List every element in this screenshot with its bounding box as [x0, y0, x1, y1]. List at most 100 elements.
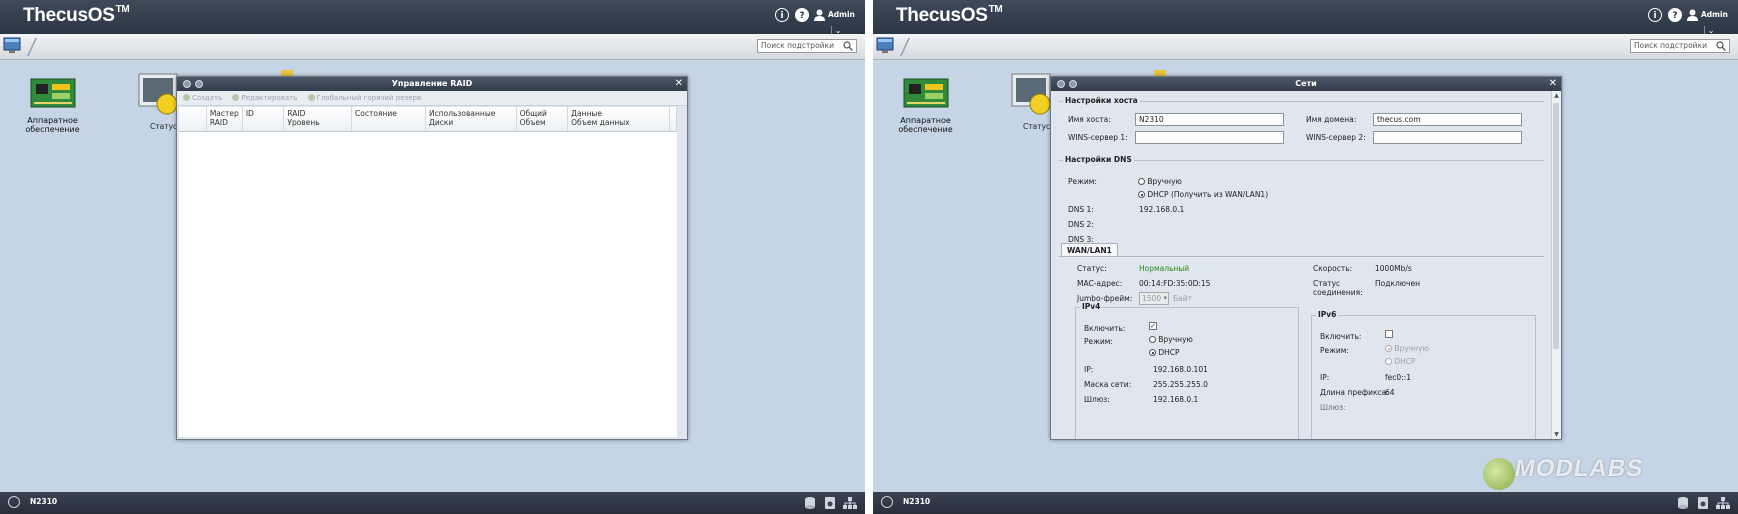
disk-icon[interactable]: [823, 496, 837, 510]
column-header[interactable]: Мастер RAID: [206, 107, 243, 132]
ipv6-gateway-label: Шлюз:: [1320, 403, 1346, 412]
ipv6-mode-label: Режим:: [1320, 346, 1349, 355]
ipv4-manual-option[interactable]: Вручную: [1149, 335, 1193, 344]
status-monitor-icon[interactable]: [1010, 72, 1054, 118]
window-maximize-button[interactable]: [1069, 80, 1077, 88]
circuit-board-icon: [903, 78, 948, 108]
radio-disabled-icon[interactable]: [1385, 345, 1392, 352]
power-icon[interactable]: [8, 496, 20, 508]
column-header[interactable]: Данные Объем данных: [567, 107, 670, 132]
radio-icon[interactable]: [1138, 178, 1145, 185]
window-maximize-button[interactable]: [195, 80, 203, 88]
wins1-label: WINS-сервер 1:: [1068, 133, 1128, 142]
dns2-label: DNS 2:: [1068, 220, 1094, 229]
raid-toolbar: Создать Редактировать Глобальный горячий…: [177, 91, 687, 106]
desktop-app-label[interactable]: Статус: [150, 122, 177, 131]
desktop-toolbar: Поиск подстройки: [873, 34, 1738, 60]
ipv6-enable-checkbox[interactable]: [1385, 330, 1393, 338]
dns-manual-option[interactable]: Вручную: [1138, 177, 1182, 186]
radio-selected-icon[interactable]: [1149, 349, 1156, 356]
wins2-label: WINS-сервер 2:: [1306, 133, 1366, 142]
desktop-icon[interactable]: [3, 37, 21, 54]
window-minimize-button[interactable]: [1057, 80, 1065, 88]
hostname-input[interactable]: N2310: [1135, 113, 1284, 126]
screen-raid: ThecusOSTM i ? Admin⌄ Поиск подстройки А…: [0, 0, 865, 514]
radio-disabled-icon[interactable]: [1385, 358, 1392, 365]
ipv4-enable-label: Включить:: [1084, 324, 1126, 333]
desktop-app-label[interactable]: Статус: [1023, 122, 1050, 131]
scroll-up-icon[interactable]: ▲: [1552, 92, 1561, 99]
network-window: Сети ✕ Настройки хоста Имя хоста: N2310 …: [1050, 76, 1562, 440]
dns1-label: DNS 1:: [1068, 205, 1094, 214]
network-icon[interactable]: [843, 496, 857, 510]
window-titlebar[interactable]: Сети ✕: [1051, 77, 1561, 91]
help-icon[interactable]: ?: [795, 8, 809, 22]
desktop-app-hardware[interactable]: Аппаратное обеспечение: [5, 75, 100, 134]
scroll-down-icon[interactable]: ▼: [1552, 431, 1561, 438]
screen-network: ThecusOSTM i ? Admin⌄ Поиск подстройки А…: [873, 0, 1738, 514]
connection-status-value: Подключен: [1375, 279, 1420, 288]
tab-wan-lan1[interactable]: WAN/LAN1: [1061, 243, 1118, 257]
watermark: MODLABS: [1512, 455, 1646, 482]
admin-menu-button[interactable]: Admin⌄: [812, 7, 865, 36]
network-icon[interactable]: [1716, 496, 1730, 510]
disk-icon[interactable]: [1696, 496, 1710, 510]
ipv6-manual-option[interactable]: Вручную: [1385, 344, 1429, 353]
window-close-button[interactable]: ✕: [1549, 77, 1557, 91]
ipv4-ip-value: 192.168.0.101: [1153, 365, 1208, 374]
power-icon[interactable]: [881, 496, 893, 508]
ipv4-dhcp-option[interactable]: DHCP: [1149, 348, 1180, 357]
column-header[interactable]: RAID Уровень: [283, 107, 353, 132]
dns-mode-label: Режим:: [1068, 177, 1097, 186]
ipv4-ip-label: IP:: [1084, 365, 1094, 374]
window-close-button[interactable]: ✕: [675, 77, 683, 91]
add-icon: [183, 94, 190, 101]
user-icon: [1687, 9, 1698, 21]
dns-dhcp-option[interactable]: DHCP (Получить из WAN/LAN1): [1138, 190, 1268, 199]
ipv6-legend: IPv6: [1316, 310, 1339, 319]
host-settings-legend: Настройки хоста: [1063, 96, 1140, 105]
lan-status-label: Статус:: [1077, 264, 1107, 273]
admin-menu-button[interactable]: Admin⌄: [1685, 7, 1738, 36]
ipv6-ip-value: fec0::1: [1385, 373, 1411, 382]
help-icon[interactable]: ?: [1668, 8, 1682, 22]
desktop-icon[interactable]: [876, 37, 894, 54]
column-header[interactable]: Состояние: [351, 107, 426, 132]
database-icon[interactable]: [803, 496, 817, 510]
top-bar: ThecusOSTM i ? Admin⌄: [0, 0, 865, 36]
column-header[interactable]: Общий Объем: [516, 107, 569, 132]
window-titlebar[interactable]: Управление RAID ✕: [177, 77, 687, 91]
radio-selected-icon[interactable]: [1138, 191, 1145, 198]
ipv4-mask-label: Маска сети:: [1084, 380, 1132, 389]
wins1-input[interactable]: [1135, 131, 1284, 144]
info-icon[interactable]: i: [1648, 8, 1662, 22]
status-monitor-icon[interactable]: [137, 72, 181, 118]
create-button[interactable]: Создать: [183, 94, 222, 102]
column-header[interactable]: ID: [242, 107, 285, 132]
ipv6-dhcp-option[interactable]: DHCP: [1385, 357, 1416, 366]
search-input[interactable]: Поиск подстройки: [1630, 39, 1730, 53]
domain-input[interactable]: thecus.com: [1373, 113, 1522, 126]
ipv6-prefix-value: 64: [1385, 388, 1395, 397]
scrollbar-thumb[interactable]: [1553, 103, 1559, 349]
desktop-app-hardware[interactable]: Аппаратное обеспечение: [878, 75, 973, 134]
window-scrollbar[interactable]: ▲ ▼: [1551, 91, 1561, 439]
edit-button[interactable]: Редактировать: [232, 94, 297, 102]
speed-value: 1000Mb/s: [1375, 264, 1412, 273]
connection-status-label: Статус соединения:: [1313, 279, 1363, 297]
ipv4-legend: IPv4: [1080, 302, 1103, 311]
search-input[interactable]: Поиск подстройки: [757, 39, 857, 53]
search-icon[interactable]: [1716, 41, 1726, 51]
dns-settings-fieldset: Настройки DNS: [1059, 155, 1544, 246]
database-icon[interactable]: [1676, 496, 1690, 510]
radio-icon[interactable]: [1149, 336, 1156, 343]
wins2-input[interactable]: [1373, 131, 1522, 144]
dns-settings-legend: Настройки DNS: [1063, 155, 1134, 164]
window-minimize-button[interactable]: [183, 80, 191, 88]
global-spare-button[interactable]: Глобальный горячий резерв: [307, 94, 421, 102]
column-header[interactable]: Использованные Диски: [425, 107, 517, 132]
ipv4-enable-checkbox[interactable]: ✓: [1149, 322, 1157, 330]
search-icon[interactable]: [843, 41, 853, 51]
info-icon[interactable]: i: [775, 8, 789, 22]
jumbo-frame-select[interactable]: 1500: [1139, 292, 1169, 305]
